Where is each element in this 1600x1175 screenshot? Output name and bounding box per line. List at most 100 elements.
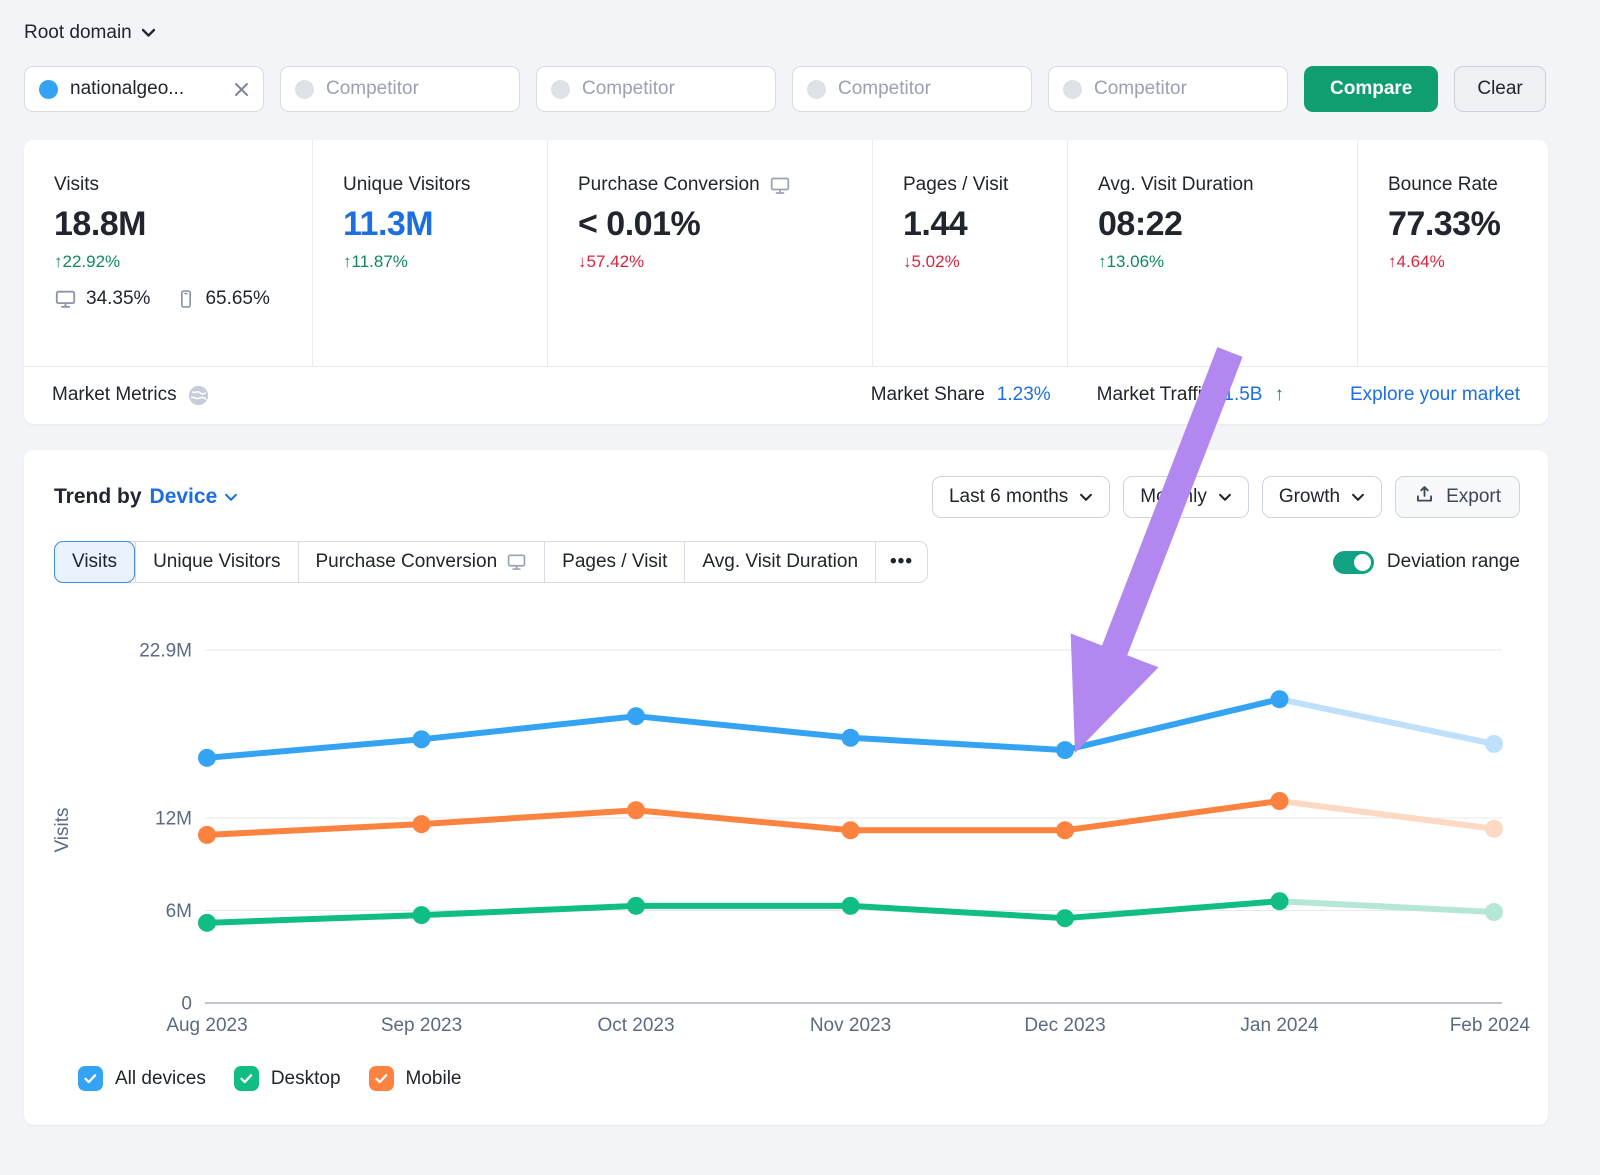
domain-chip-value: nationalgeo... bbox=[70, 78, 222, 100]
chart-legend: All devices Desktop Mobile bbox=[78, 1066, 462, 1091]
data-point-mobile-oct-2023[interactable] bbox=[627, 801, 645, 819]
data-point-desktop-oct-2023[interactable] bbox=[627, 897, 645, 915]
data-point-desktop-dec-2023[interactable] bbox=[1056, 909, 1074, 927]
market-share-value[interactable]: 1.23% bbox=[997, 384, 1051, 406]
data-point-mobile-jan-2024[interactable] bbox=[1271, 792, 1289, 810]
competitor-placeholder: Competitor bbox=[838, 78, 1017, 100]
metric-avg-visit-duration: Avg. Visit Duration 08:22 ↑13.06% bbox=[1068, 140, 1358, 366]
metric-visits: Visits 18.8M ↑22.92% 34.35% 65.65% bbox=[24, 140, 313, 366]
tab-purchase-conversion[interactable]: Purchase Conversion bbox=[298, 542, 545, 582]
tab-unique-visitors[interactable]: Unique Visitors bbox=[135, 542, 297, 582]
metric-tabs: Visits Unique Visitors Purchase Conversi… bbox=[54, 541, 928, 583]
data-point-all-devices-feb-2024[interactable] bbox=[1485, 735, 1503, 753]
checkbox-checked-icon[interactable] bbox=[234, 1066, 259, 1091]
domain-color-dot bbox=[39, 80, 58, 99]
root-domain-label: Root domain bbox=[24, 22, 132, 44]
export-icon bbox=[1414, 484, 1435, 511]
granularity-dropdown[interactable]: Monthly bbox=[1123, 476, 1249, 518]
data-point-mobile-sep-2023[interactable] bbox=[413, 815, 431, 833]
metric-tabs-row: Visits Unique Visitors Purchase Conversi… bbox=[24, 541, 1548, 583]
data-point-desktop-nov-2023[interactable] bbox=[842, 897, 860, 915]
data-point-all-devices-oct-2023[interactable] bbox=[627, 707, 645, 725]
domain-chip[interactable]: nationalgeo... bbox=[24, 66, 264, 112]
metric-label: Pages / Visit bbox=[903, 174, 1057, 196]
data-point-desktop-sep-2023[interactable] bbox=[413, 906, 431, 924]
metric-label: Avg. Visit Duration bbox=[1098, 174, 1347, 196]
desktop-icon bbox=[54, 288, 77, 310]
projection-segment bbox=[1280, 699, 1495, 744]
metric-change: ↑4.64% bbox=[1388, 252, 1538, 272]
date-range-dropdown[interactable]: Last 6 months bbox=[932, 476, 1110, 518]
competitor-input-3[interactable]: Competitor bbox=[792, 66, 1032, 112]
data-point-all-devices-dec-2023[interactable] bbox=[1056, 741, 1074, 759]
trend-title-prefix: Trend by bbox=[54, 485, 142, 509]
chevron-down-icon bbox=[1218, 493, 1232, 502]
legend-all-devices[interactable]: All devices bbox=[78, 1066, 206, 1091]
desktop-icon bbox=[769, 175, 791, 196]
y-tick-label: 22.9M bbox=[139, 640, 192, 661]
deviation-range-toggle[interactable] bbox=[1333, 551, 1374, 574]
chevron-down-icon bbox=[224, 493, 238, 502]
metric-unique-visitors: Unique Visitors 11.3M ↑11.87% bbox=[313, 140, 548, 366]
data-point-mobile-feb-2024[interactable] bbox=[1485, 820, 1503, 838]
desktop-icon bbox=[506, 552, 527, 572]
y-tick-label: 0 bbox=[181, 994, 192, 1015]
metric-change: ↑13.06% bbox=[1098, 252, 1347, 272]
compare-button[interactable]: Compare bbox=[1304, 66, 1438, 112]
checkbox-checked-icon[interactable] bbox=[78, 1066, 103, 1091]
competitor-placeholder: Competitor bbox=[582, 78, 761, 100]
metric-value[interactable]: 11.3M bbox=[343, 205, 537, 244]
root-domain-selector[interactable]: Root domain bbox=[24, 22, 156, 44]
metric-label: Unique Visitors bbox=[343, 174, 537, 196]
market-share: Market Share 1.23% bbox=[871, 384, 1051, 406]
metric-value: 08:22 bbox=[1098, 205, 1347, 244]
competitor-input-2[interactable]: Competitor bbox=[536, 66, 776, 112]
trend-chart: 22.9M12M6M0VisitsAug 2023Sep 2023Oct 202… bbox=[24, 620, 1548, 1045]
market-traffic-value[interactable]: 1.5B bbox=[1223, 384, 1262, 406]
desktop-share: 34.35% bbox=[86, 288, 150, 310]
competitor-placeholder: Competitor bbox=[326, 78, 505, 100]
metric-label: Purchase Conversion bbox=[578, 174, 862, 196]
metric-change: ↑11.87% bbox=[343, 252, 537, 272]
domain-input-row: nationalgeo... Competitor Competitor Com… bbox=[24, 66, 1546, 112]
x-tick-label: Nov 2023 bbox=[810, 1015, 891, 1036]
competitor-placeholder: Competitor bbox=[1094, 78, 1273, 100]
data-point-mobile-aug-2023[interactable] bbox=[198, 826, 216, 844]
export-button[interactable]: Export bbox=[1395, 476, 1520, 518]
chevron-down-icon bbox=[1351, 493, 1365, 502]
tab-avg-visit-duration[interactable]: Avg. Visit Duration bbox=[684, 542, 875, 582]
legend-desktop[interactable]: Desktop bbox=[234, 1066, 341, 1091]
metric-change: ↑22.92% bbox=[54, 252, 302, 272]
data-point-all-devices-nov-2023[interactable] bbox=[842, 729, 860, 747]
tab-visits[interactable]: Visits bbox=[54, 541, 135, 583]
competitor-color-dot bbox=[295, 80, 314, 99]
mobile-icon bbox=[176, 288, 196, 310]
more-tabs-button[interactable]: ••• bbox=[875, 542, 927, 582]
competitor-color-dot bbox=[807, 80, 826, 99]
data-point-mobile-nov-2023[interactable] bbox=[842, 821, 860, 839]
data-point-desktop-aug-2023[interactable] bbox=[198, 914, 216, 932]
data-point-all-devices-jan-2024[interactable] bbox=[1271, 690, 1289, 708]
mobile-share: 65.65% bbox=[205, 288, 269, 310]
data-point-desktop-feb-2024[interactable] bbox=[1485, 903, 1503, 921]
competitor-input-1[interactable]: Competitor bbox=[280, 66, 520, 112]
data-point-all-devices-aug-2023[interactable] bbox=[198, 749, 216, 767]
explore-your-market-link[interactable]: Explore your market bbox=[1350, 384, 1520, 406]
legend-label: Desktop bbox=[271, 1068, 341, 1090]
data-point-all-devices-sep-2023[interactable] bbox=[413, 730, 431, 748]
series-line-desktop bbox=[207, 901, 1280, 923]
data-point-mobile-dec-2023[interactable] bbox=[1056, 821, 1074, 839]
trend-dimension-selector[interactable]: Device bbox=[150, 485, 239, 509]
chevron-down-icon bbox=[1079, 493, 1093, 502]
competitor-input-4[interactable]: Competitor bbox=[1048, 66, 1288, 112]
clear-button[interactable]: Clear bbox=[1454, 66, 1545, 112]
tab-pages-per-visit[interactable]: Pages / Visit bbox=[544, 542, 684, 582]
market-metrics-label: Market Metrics bbox=[52, 384, 177, 406]
mode-dropdown[interactable]: Growth bbox=[1262, 476, 1382, 518]
close-icon[interactable] bbox=[234, 82, 249, 97]
globe-icon bbox=[187, 384, 210, 407]
y-tick-label: 12M bbox=[155, 808, 192, 829]
data-point-desktop-jan-2024[interactable] bbox=[1271, 892, 1289, 910]
checkbox-checked-icon[interactable] bbox=[369, 1066, 394, 1091]
legend-mobile[interactable]: Mobile bbox=[369, 1066, 462, 1091]
